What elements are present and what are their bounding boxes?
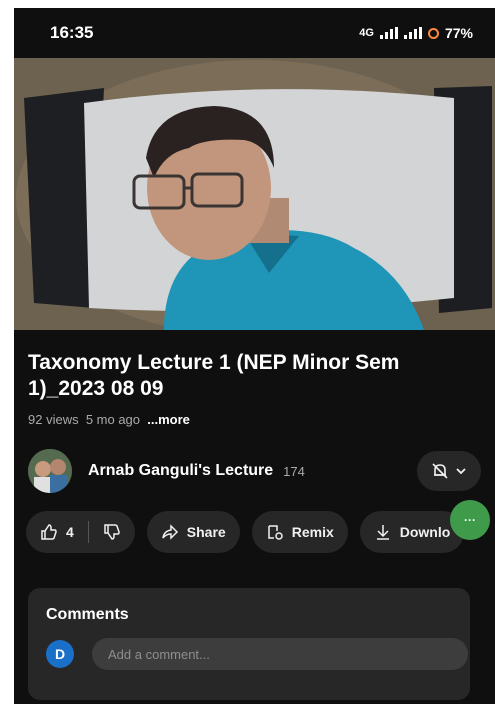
channel-avatar[interactable] (28, 449, 72, 493)
channel-name[interactable]: Arnab Ganguli's Lecture (88, 462, 273, 480)
like-count: 4 (66, 524, 74, 540)
floating-assistant-button[interactable]: ··· (450, 500, 490, 540)
video-player[interactable] (14, 58, 495, 330)
comments-title: Comments (46, 606, 129, 623)
video-frame (14, 58, 495, 330)
status-icons: 4G 77% (359, 25, 473, 41)
like-icon[interactable] (40, 523, 58, 541)
chevron-down-icon (456, 468, 466, 475)
youtube-watch-screen: 16:35 4G 77% Taxonomy Lecture 1 (NEP Min… (14, 8, 495, 704)
channel-row[interactable]: Arnab Ganguli's Lecture 174 (14, 449, 495, 493)
download-label: Downlo (399, 524, 451, 540)
share-button[interactable]: Share (146, 511, 240, 553)
download-button[interactable]: Downlo (359, 511, 465, 553)
video-title[interactable]: Taxonomy Lecture 1 (NEP Minor Sem 1)_202… (14, 350, 495, 402)
like-dislike-button[interactable]: 4 (26, 511, 135, 553)
upload-age: 5 mo ago (85, 412, 141, 427)
video-meta[interactable]: 92 views 5 mo ago ...more (14, 412, 495, 427)
comments-panel[interactable]: Comments D Add a comment... (28, 588, 470, 700)
dislike-icon[interactable] (103, 523, 121, 541)
signal-2-icon (403, 27, 422, 39)
signal-icon (379, 27, 398, 39)
channel-avatar-image (28, 449, 72, 493)
status-bar: 16:35 4G 77% (14, 8, 495, 58)
like-divider (87, 521, 89, 543)
remix-button[interactable]: Remix (251, 511, 348, 553)
user-avatar: D (46, 640, 74, 668)
notification-button[interactable] (417, 451, 481, 491)
subscriber-count: 174 (283, 463, 305, 479)
battery-percent: 77% (444, 25, 473, 41)
comment-input[interactable]: Add a comment... (92, 638, 468, 670)
share-icon (162, 524, 178, 540)
status-time: 16:35 (50, 23, 94, 42)
more-link[interactable]: ...more (147, 412, 190, 427)
remix-icon (267, 525, 283, 540)
battery-icon (427, 27, 439, 39)
download-icon (376, 525, 389, 540)
remix-label: Remix (291, 524, 334, 540)
action-bar: 4 Share Remix Downlo (14, 511, 495, 553)
bell-off-icon (432, 463, 448, 479)
share-label: Share (186, 524, 226, 540)
comment-composer: D Add a comment... (28, 638, 470, 670)
view-count: 92 views (28, 412, 79, 427)
network-type: 4G (359, 27, 374, 39)
